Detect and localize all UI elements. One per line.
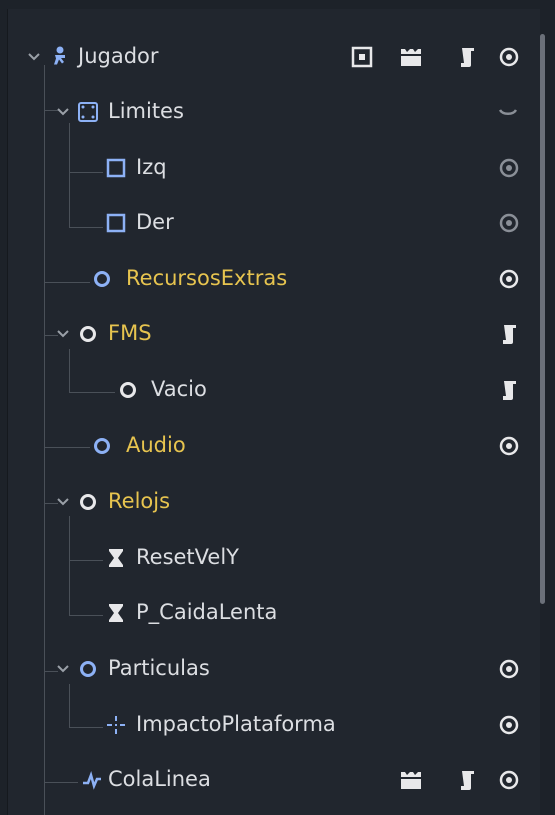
line-2d-icon bbox=[80, 768, 104, 792]
particles-icon bbox=[104, 713, 128, 737]
visibility-collapsed-icon[interactable] bbox=[496, 100, 520, 124]
visibility-eye-icon[interactable] bbox=[497, 267, 521, 291]
script-icon[interactable] bbox=[498, 378, 522, 402]
node-label: ImpactoPlataforma bbox=[136, 712, 336, 736]
character-body-icon bbox=[48, 45, 72, 69]
chevron-down-icon[interactable] bbox=[56, 107, 70, 117]
node-circle-icon bbox=[90, 434, 114, 458]
node-label: Relojs bbox=[108, 489, 171, 513]
tree-node-colalinea[interactable]: ColaLinea bbox=[8, 752, 540, 808]
tree-node-p-caidalenta[interactable]: P_CaidaLenta bbox=[8, 585, 540, 641]
node-circle-icon bbox=[76, 490, 100, 514]
node-label: ResetVelY bbox=[136, 545, 239, 569]
tree-node-relojs[interactable]: Relojs bbox=[8, 474, 540, 530]
node-circle-icon bbox=[76, 322, 100, 346]
node-circle-icon bbox=[90, 267, 114, 291]
visibility-eye-icon[interactable] bbox=[497, 45, 521, 69]
script-icon[interactable] bbox=[456, 768, 480, 792]
node-label: Audio bbox=[126, 433, 186, 457]
tree-node-impactoplataforma[interactable]: ImpactoPlataforma bbox=[8, 697, 540, 753]
visibility-eye-icon[interactable] bbox=[497, 211, 521, 235]
timer-hourglass-icon bbox=[104, 546, 128, 570]
scene-tree: Jugador Limites Izq Der RecursosExtras F… bbox=[8, 9, 540, 815]
timer-hourglass-icon bbox=[104, 601, 128, 625]
chevron-down-icon[interactable] bbox=[27, 52, 41, 62]
canvas-layer-icon[interactable] bbox=[350, 45, 374, 69]
tree-node-particulas[interactable]: Particulas bbox=[8, 641, 540, 697]
node-label: Limites bbox=[108, 99, 184, 123]
tree-node-resetvely[interactable]: ResetVelY bbox=[8, 530, 540, 586]
chevron-down-icon[interactable] bbox=[56, 497, 70, 507]
tree-node-audio[interactable]: Audio bbox=[8, 418, 540, 474]
node-circle-icon bbox=[76, 657, 100, 681]
visibility-eye-icon[interactable] bbox=[497, 768, 521, 792]
chevron-down-icon[interactable] bbox=[56, 664, 70, 674]
area-2d-icon bbox=[76, 100, 100, 124]
tree-node-jugador[interactable]: Jugador bbox=[8, 29, 540, 85]
tree-node-izq[interactable]: Izq bbox=[8, 140, 540, 196]
node-label: RecursosExtras bbox=[126, 266, 288, 290]
node-label: Izq bbox=[136, 155, 167, 179]
visibility-eye-icon[interactable] bbox=[497, 434, 521, 458]
visibility-eye-icon[interactable] bbox=[497, 657, 521, 681]
collision-shape-icon bbox=[104, 211, 128, 235]
clapperboard-icon[interactable] bbox=[399, 45, 423, 69]
tree-node-vacio[interactable]: Vacio bbox=[8, 362, 540, 418]
tree-node-recursosextras[interactable]: RecursosExtras bbox=[8, 251, 540, 307]
node-label: ColaLinea bbox=[108, 767, 211, 791]
tree-node-fms[interactable]: FMS bbox=[8, 306, 540, 362]
tree-node-der[interactable]: Der bbox=[8, 195, 540, 251]
clapperboard-icon[interactable] bbox=[399, 768, 423, 792]
collision-shape-icon bbox=[104, 156, 128, 180]
node-label: Particulas bbox=[108, 656, 210, 680]
vertical-scrollbar[interactable] bbox=[540, 34, 545, 604]
node-label: Der bbox=[136, 210, 174, 234]
visibility-eye-icon[interactable] bbox=[497, 156, 521, 180]
node-circle-icon bbox=[116, 378, 140, 402]
script-icon[interactable] bbox=[498, 322, 522, 346]
node-label: Jugador bbox=[78, 44, 159, 68]
node-label: Vacio bbox=[151, 377, 207, 401]
scene-tree-panel: Jugador Limites Izq Der RecursosExtras F… bbox=[7, 9, 540, 815]
node-label: FMS bbox=[108, 321, 152, 345]
chevron-down-icon[interactable] bbox=[56, 329, 70, 339]
node-label: P_CaidaLenta bbox=[136, 600, 278, 624]
tree-node-limites[interactable]: Limites bbox=[8, 84, 540, 140]
visibility-eye-icon[interactable] bbox=[497, 713, 521, 737]
script-icon[interactable] bbox=[456, 45, 480, 69]
